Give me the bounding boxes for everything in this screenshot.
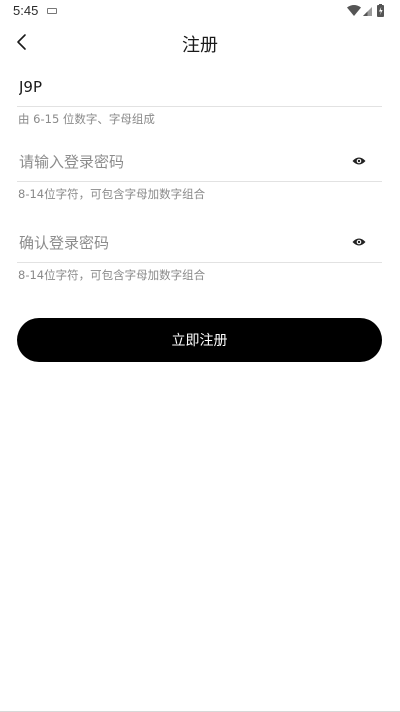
wifi-icon: [347, 5, 361, 16]
eye-icon: [352, 157, 366, 165]
confirm-password-visibility-toggle[interactable]: [350, 233, 368, 251]
register-screen: 5:45 注册 J9P 由 6-15 位数字、字母组成 8-14位字符，可包含字…: [0, 0, 400, 712]
username-field: 由 6-15 位数字、字母组成: [17, 68, 382, 127]
username-hint: 由 6-15 位数字、字母组成: [18, 112, 155, 126]
app-bar: 注册: [0, 22, 400, 64]
register-button[interactable]: 立即注册: [17, 318, 382, 362]
status-time: 5:45: [13, 3, 39, 18]
username-row: [17, 68, 382, 107]
password-input[interactable]: [19, 151, 342, 173]
password-hint: 8-14位字符，可包含字母加数字组合: [18, 187, 206, 201]
username-input[interactable]: [19, 76, 342, 98]
confirm-password-field: 8-14位字符，可包含字母加数字组合: [17, 224, 382, 283]
status-icons: [346, 4, 388, 18]
confirm-password-hint: 8-14位字符，可包含字母加数字组合: [18, 268, 206, 282]
password-field: 8-14位字符，可包含字母加数字组合: [17, 143, 382, 202]
page-title: 注册: [182, 35, 218, 56]
signal-icon: [363, 7, 372, 16]
battery-icon: [377, 4, 384, 17]
eye-icon: [352, 238, 366, 246]
status-bar: 5:45: [0, 0, 400, 22]
confirm-password-input[interactable]: [19, 232, 342, 254]
password-row: [17, 143, 382, 182]
password-visibility-toggle[interactable]: [350, 152, 368, 170]
keyboard-icon: [47, 8, 57, 14]
confirm-password-row: [17, 224, 382, 263]
